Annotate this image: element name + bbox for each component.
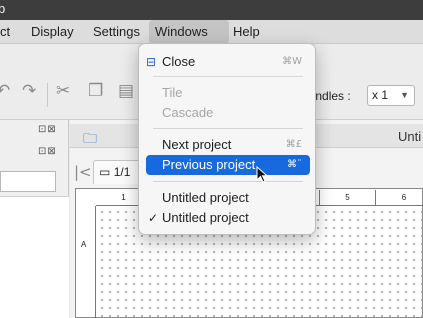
zoom-value: x 1 [372,88,389,102]
menu-edit[interactable]: ct [0,20,16,44]
menu-item-next-project[interactable]: Next project ⌘£ [146,135,310,155]
menu-item-project-active[interactable]: ✓ Untitled project [146,208,310,228]
windows-menu-dropdown: ⊟ Close ⌘W Tile Cascade Next project ⌘£ … [138,43,316,235]
zoom-select[interactable]: x 1 ▼ [367,85,415,106]
menu-display[interactable]: Display [25,20,80,44]
menu-windows[interactable]: Windows [149,20,229,44]
menu-bar: ct Display Settings Windows Help [0,20,423,44]
menu-separator [153,128,303,129]
title-bar: b [0,0,423,20]
menu-item-label: Untitled project [162,190,249,205]
menu-settings[interactable]: Settings [87,20,146,44]
panel-controls-icon[interactable]: ⊡⊠ [38,124,57,135]
ruler-col: 6 [401,193,407,202]
checkmark-icon: ✓ [148,211,159,225]
left-list [0,196,69,318]
toolbar-separator [47,83,48,107]
menu-item-label: Close [162,54,196,69]
menu-item-label: Previous project [162,157,256,172]
cut-icon[interactable]: ✂ [56,81,70,101]
menu-item-close[interactable]: ⊟ Close ⌘W [146,52,310,72]
window-title: b [0,1,6,16]
menu-help[interactable]: Help [227,20,266,44]
menu-item-label: Cascade [162,105,214,120]
menu-item-project[interactable]: Untitled project [146,188,310,208]
undo-icon[interactable]: ↶ [0,81,10,101]
menu-item-label: Tile [162,85,183,100]
menu-item-label: Untitled project [162,210,249,225]
left-search-input[interactable] [0,171,56,192]
menu-item-label: Next project [162,137,232,152]
row-label: A [81,240,87,249]
menu-item-previous-project[interactable]: Previous project ⌘¨ [146,155,310,175]
ruler-col: 5 [320,190,376,206]
shortcut-label: ⌘£ [285,139,302,150]
copy-icon[interactable]: ❐ [88,81,103,101]
row-ruler [77,206,96,318]
paste-icon[interactable]: ▤ [118,81,134,101]
first-page-icon[interactable]: |< [74,163,92,181]
menu-item-cascade: Cascade [146,103,310,123]
chevron-down-icon: ▼ [400,90,409,100]
shortcut-label: ⌘¨ [287,159,302,170]
close-window-icon: ⊟ [146,55,157,69]
panel-controls-icon[interactable]: ⊡⊠ [38,146,57,157]
app-window: b ct Display Settings Windows Help ↶ ↷ ✂… [0,0,423,318]
mouse-pointer-icon [256,166,269,183]
menu-separator [153,76,303,77]
editor-title: Unti [398,129,422,144]
folder-icon[interactable]: 🗀 [83,128,97,152]
redo-icon[interactable]: ↷ [22,81,36,101]
sheet-tab-label: 1/1 [113,165,131,179]
sheet-icon: ▭ [99,165,111,179]
menu-separator [153,181,303,182]
menu-item-tile: Tile [146,83,310,103]
shortcut-label: ⌘W [282,56,302,67]
